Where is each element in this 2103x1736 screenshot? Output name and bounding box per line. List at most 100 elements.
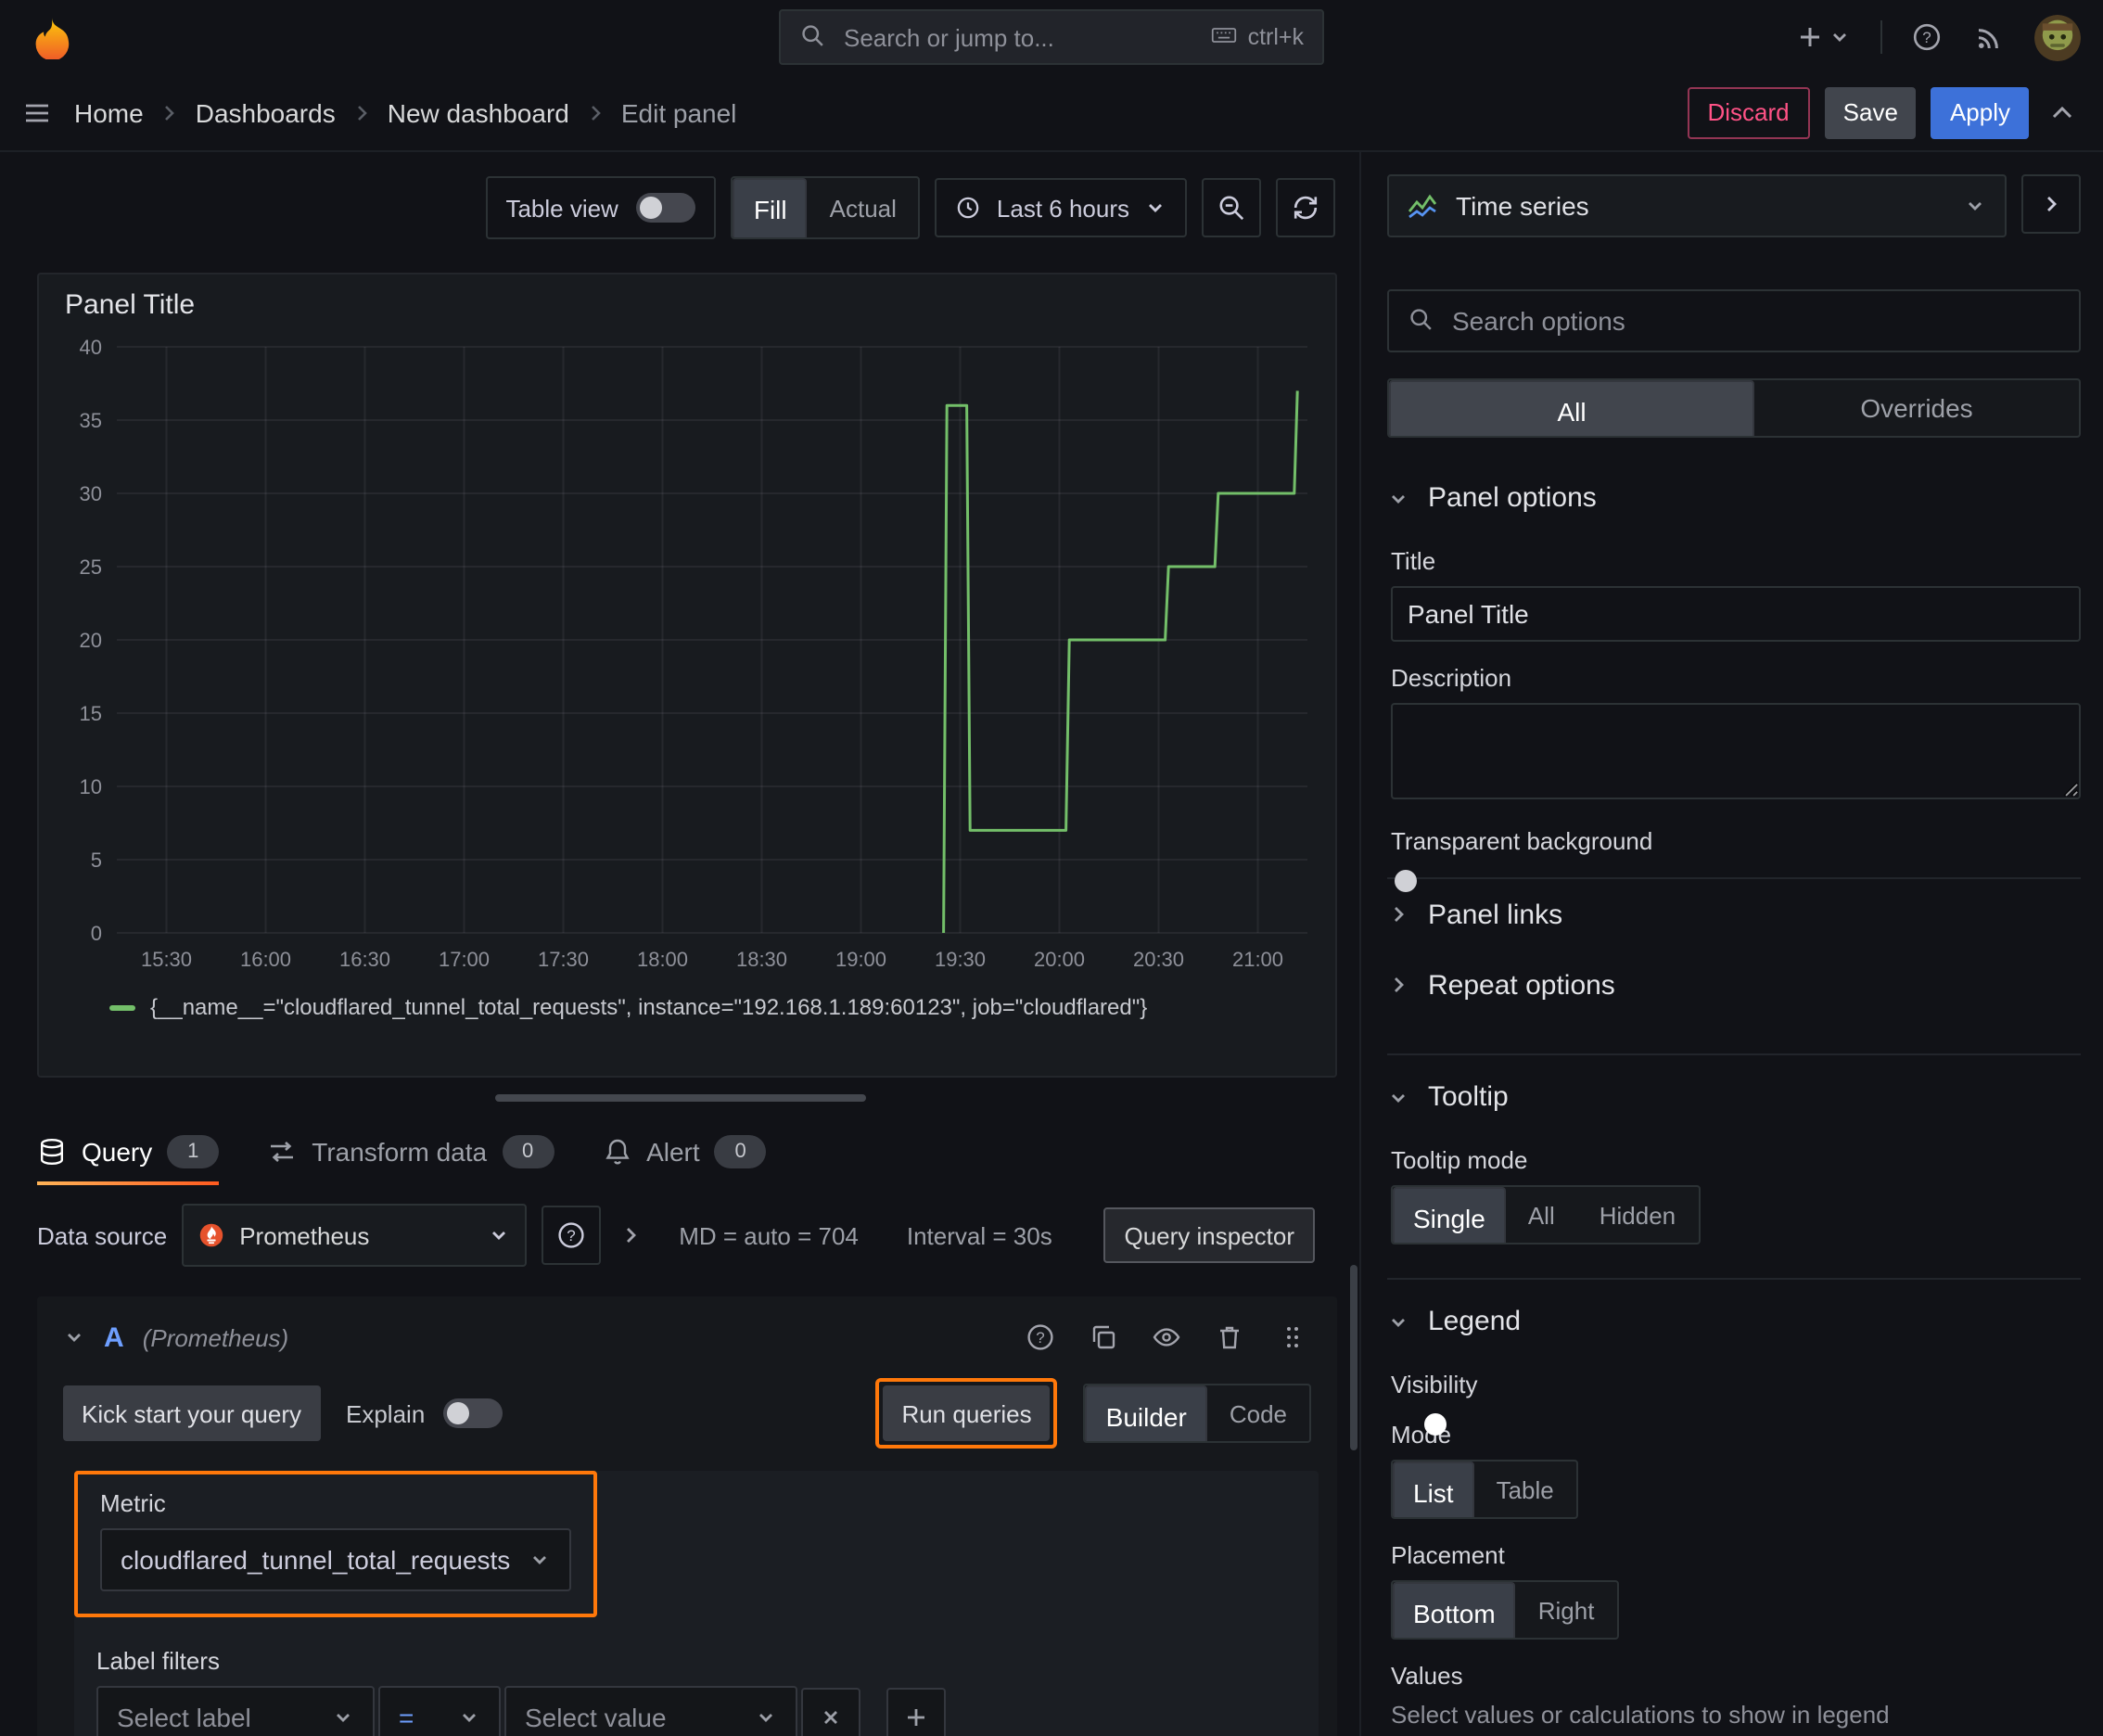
zoom-out-button[interactable] bbox=[1202, 178, 1261, 237]
placement-right-option[interactable]: Right bbox=[1516, 1582, 1617, 1638]
toggle-viz-picker-button[interactable] bbox=[2021, 174, 2081, 234]
select-label-dropdown[interactable]: Select label bbox=[96, 1686, 375, 1736]
time-range-picker[interactable]: Last 6 hours bbox=[935, 178, 1187, 237]
builder-option[interactable]: Builder bbox=[1085, 1385, 1207, 1441]
query-ref-id: A bbox=[104, 1321, 124, 1353]
legend-values-hint: Select values or calculations to show in… bbox=[1391, 1701, 1890, 1729]
options-search[interactable] bbox=[1387, 289, 2081, 352]
panel-title-input[interactable] bbox=[1391, 586, 2081, 642]
panel-description-textarea[interactable] bbox=[1391, 703, 2081, 799]
kick-start-button[interactable]: Kick start your query bbox=[63, 1385, 320, 1441]
actual-option[interactable]: Actual bbox=[808, 178, 919, 237]
tab-transform[interactable]: Transform data 0 bbox=[267, 1118, 554, 1185]
tab-all[interactable]: All bbox=[1389, 380, 1754, 436]
chevron-down-icon bbox=[492, 1232, 506, 1240]
svg-text:30: 30 bbox=[80, 482, 102, 505]
datasource-help-button[interactable]: ? bbox=[542, 1206, 602, 1265]
tooltip-all-option[interactable]: All bbox=[1506, 1187, 1577, 1243]
chevron-right-icon bbox=[350, 101, 373, 123]
legend-section: Legend Visibility Mode List Table Placem… bbox=[1387, 1278, 2081, 1729]
placement-bottom-option[interactable]: Bottom bbox=[1393, 1582, 1516, 1638]
metric-select[interactable]: cloudflared_tunnel_total_requests bbox=[100, 1528, 572, 1591]
code-option[interactable]: Code bbox=[1207, 1385, 1309, 1441]
query-datasource-hint: (Prometheus) bbox=[142, 1323, 289, 1351]
global-search[interactable]: ctrl+k bbox=[779, 9, 1324, 65]
toggle-query-visibility-button[interactable] bbox=[1148, 1319, 1185, 1356]
grafana-logo-icon[interactable] bbox=[30, 15, 74, 61]
repeat-options-header[interactable]: Repeat options bbox=[1387, 950, 2081, 1020]
top-nav: ctrl+k ? bbox=[0, 0, 2103, 74]
query-help-button[interactable]: ? bbox=[1022, 1319, 1059, 1356]
tooltip-single-option[interactable]: Single bbox=[1393, 1187, 1506, 1243]
options-search-input[interactable] bbox=[1448, 304, 2060, 338]
news-button[interactable] bbox=[1971, 19, 2008, 56]
svg-text:16:00: 16:00 bbox=[240, 948, 291, 971]
datasource-picker[interactable]: Prometheus bbox=[182, 1204, 528, 1267]
run-queries-button[interactable]: Run queries bbox=[883, 1385, 1051, 1441]
save-button[interactable]: Save bbox=[1824, 86, 1917, 138]
svg-text:35: 35 bbox=[80, 409, 102, 432]
left-pane-scrollbar[interactable] bbox=[1350, 1265, 1357, 1450]
menu-button[interactable] bbox=[19, 94, 56, 131]
tab-query[interactable]: Query 1 bbox=[37, 1118, 220, 1185]
new-button[interactable] bbox=[1791, 19, 1854, 56]
chevron-down-icon bbox=[1392, 494, 1405, 503]
chart-legend[interactable]: {__name__="cloudflared_tunnel_total_requ… bbox=[39, 987, 1335, 1020]
panel-title: Panel Title bbox=[65, 289, 196, 321]
expand-options-button[interactable] bbox=[616, 1220, 645, 1250]
panel-links-header[interactable]: Panel links bbox=[1387, 879, 2081, 950]
svg-text:19:30: 19:30 bbox=[935, 948, 986, 971]
database-icon bbox=[40, 1138, 64, 1166]
tooltip-hidden-option[interactable]: Hidden bbox=[1577, 1187, 1698, 1243]
panel-options-header[interactable]: Panel options bbox=[1387, 471, 2081, 525]
legend-list-option[interactable]: List bbox=[1393, 1462, 1474, 1517]
duplicate-query-button[interactable] bbox=[1085, 1319, 1122, 1356]
select-value-dropdown[interactable]: Select value bbox=[504, 1686, 797, 1736]
collapse-options-button[interactable] bbox=[2044, 94, 2081, 131]
options-pane: Time series All Overrides bbox=[1359, 152, 2103, 1736]
svg-text:15:30: 15:30 bbox=[141, 948, 192, 971]
drag-query-handle[interactable] bbox=[1274, 1319, 1311, 1356]
user-avatar[interactable] bbox=[2034, 14, 2081, 60]
table-view-label: Table view bbox=[505, 194, 618, 222]
tab-overrides[interactable]: Overrides bbox=[1754, 380, 2079, 436]
legend-table-option[interactable]: Table bbox=[1474, 1462, 1576, 1517]
splitter-handle[interactable] bbox=[494, 1094, 865, 1102]
chevron-right-icon bbox=[584, 101, 606, 123]
query-editor-card: A (Prometheus) ? Kick start your query E… bbox=[37, 1296, 1337, 1736]
fill-option[interactable]: Fill bbox=[733, 178, 808, 237]
legend-visibility-field: Visibility bbox=[1391, 1371, 1478, 1398]
legend-mode-field: Mode List Table bbox=[1391, 1421, 2081, 1519]
delete-query-button[interactable] bbox=[1211, 1319, 1248, 1356]
search-icon bbox=[799, 21, 825, 53]
apply-button[interactable]: Apply bbox=[1931, 86, 2029, 138]
query-inspector-button[interactable]: Query inspector bbox=[1103, 1207, 1315, 1263]
chevron-right-icon bbox=[1395, 907, 1404, 922]
refresh-button[interactable] bbox=[1276, 178, 1335, 237]
tooltip-header[interactable]: Tooltip bbox=[1387, 1070, 2081, 1124]
query-builder-body: Metric cloudflared_tunnel_total_requests… bbox=[74, 1471, 1319, 1736]
query-row-header[interactable]: A (Prometheus) ? bbox=[56, 1308, 1319, 1367]
query-actions-right: Run queries Builder Code bbox=[875, 1378, 1311, 1449]
help-button[interactable]: ? bbox=[1908, 19, 1945, 56]
tooltip-section: Tooltip Tooltip mode Single All Hidden bbox=[1387, 1053, 2081, 1245]
operator-dropdown[interactable]: = bbox=[378, 1686, 501, 1736]
discard-button[interactable]: Discard bbox=[1687, 86, 1810, 138]
visualization-picker[interactable]: Time series bbox=[1387, 174, 2007, 237]
breadcrumb-home[interactable]: Home bbox=[74, 97, 144, 127]
breadcrumb-new-dashboard[interactable]: New dashboard bbox=[388, 97, 569, 127]
chevron-right-icon bbox=[2047, 197, 2057, 211]
svg-text:?: ? bbox=[567, 1227, 575, 1245]
remove-filter-button[interactable] bbox=[801, 1688, 860, 1736]
explain-toggle[interactable] bbox=[443, 1398, 503, 1428]
legend-header[interactable]: Legend bbox=[1387, 1295, 2081, 1348]
table-view-toggle[interactable] bbox=[636, 193, 696, 223]
fill-actual-segmented: Fill Actual bbox=[731, 176, 921, 239]
search-input[interactable] bbox=[840, 21, 1196, 53]
add-filter-button[interactable] bbox=[886, 1688, 946, 1736]
chevron-down-icon bbox=[1833, 33, 1846, 42]
panel-card[interactable]: Panel Title 0 5 10 15 20 25 30 35 40 15:30 16:00 16… bbox=[37, 273, 1337, 1078]
breadcrumb-dashboards[interactable]: Dashboards bbox=[196, 97, 336, 127]
help-icon: ? bbox=[558, 1222, 584, 1248]
tab-alert[interactable]: Alert 0 bbox=[602, 1118, 767, 1185]
